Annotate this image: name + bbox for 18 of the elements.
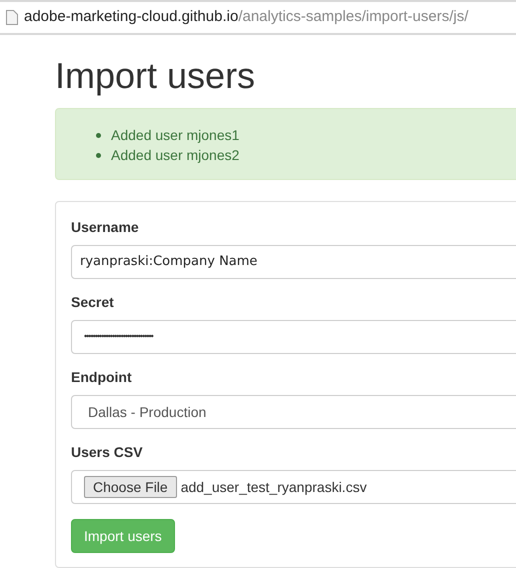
field-label: Username [71, 218, 140, 237]
secret-field[interactable]: •••••••••••••••••••••••••••••••• [71, 320, 516, 354]
endpoint-dropdown[interactable]: Dallas - Production [71, 395, 516, 429]
field-label: Secret [71, 293, 115, 312]
alert-message: Added user mjones2 [111, 146, 240, 165]
bullet-icon [96, 152, 101, 158]
alert-message: Added user mjones1 [111, 126, 240, 145]
page-icon [6, 10, 18, 25]
file-field[interactable]: Choose File add_user_test_ryanpraski.csv [71, 470, 516, 504]
username-field[interactable]: ryanpraski:Company Name [71, 245, 516, 279]
file-name: add_user_test_ryanpraski.csv [180, 478, 367, 497]
page-title: Import users [55, 54, 256, 98]
field-label: Endpoint [71, 368, 133, 387]
choose-file-button[interactable]: Choose File [84, 476, 177, 498]
field-label: Users CSV [71, 443, 144, 462]
address-bar[interactable]: adobe-marketing-cloud.github.io/analytics-samples/import-users/js/ [0, 0, 516, 35]
url-text: adobe-marketing-cloud.github.io/analytics-samples/import-users/js/ [24, 7, 468, 28]
bullet-icon [96, 132, 101, 138]
